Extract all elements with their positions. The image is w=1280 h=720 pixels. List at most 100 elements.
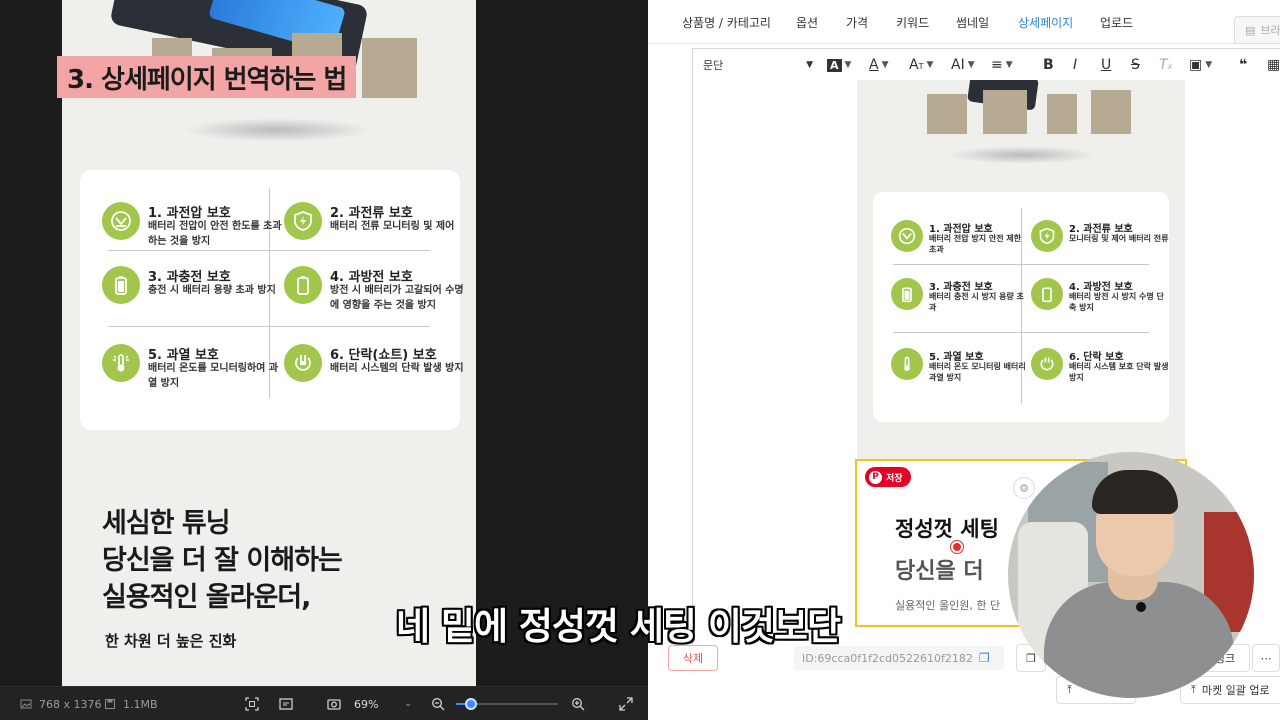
tab-price[interactable]: 가격: [846, 0, 868, 44]
document-icon: ▤: [1245, 23, 1256, 37]
tab-options[interactable]: 옵션: [796, 0, 818, 44]
align-button[interactable]: ≡ ▼: [991, 55, 1013, 75]
mouse-cursor: [951, 541, 963, 553]
strikethrough-button[interactable]: S: [1131, 55, 1140, 75]
filesize-text: 1.1MB: [123, 697, 158, 711]
paragraph-format-select[interactable]: 문단 ▼: [703, 49, 813, 81]
fit-screen-icon: [244, 696, 260, 712]
tab-detail-page[interactable]: 상세페이지: [1018, 0, 1073, 44]
feature-desc: 배터리 온도 모니터링 배터리 과열 방지: [929, 362, 1026, 382]
chevron-down-icon: ▼: [1005, 60, 1013, 70]
pinterest-save-button[interactable]: P 저장: [865, 467, 911, 487]
product-shadow: [182, 118, 372, 142]
divider: [893, 332, 1149, 333]
underline-button[interactable]: U: [1101, 55, 1111, 75]
more-button[interactable]: ⋯: [1252, 644, 1280, 672]
font-size-button[interactable]: AT ▼: [909, 55, 933, 75]
preview-button-label: 브라: [1260, 24, 1280, 37]
zoom-out-button[interactable]: [430, 687, 446, 720]
feature-item: 6. 단락(쇼트) 보호 배터리 시스템의 단락 발생 방지: [284, 344, 469, 404]
clear-format-button[interactable]: Tx: [1159, 55, 1172, 75]
actual-size-button[interactable]: [278, 687, 294, 720]
tab-keywords[interactable]: 키워드: [896, 0, 929, 44]
blockquote-button[interactable]: ❝: [1239, 55, 1247, 75]
product-id-text: ID:69cca0f1f2cd0522610f2182: [802, 651, 973, 665]
detail-image-block[interactable]: 1. 과전압 보호 배터리 전압 방지 안전 제한 초과 2. 과전류 보호 모…: [857, 80, 1185, 460]
chevron-down-icon: ▼: [881, 60, 889, 70]
plug-icon: [1031, 348, 1063, 380]
feature-item: 1. 과전압 보호 배터리 전압이 안전 한도를 초과하는 것을 방지: [102, 202, 287, 262]
font-color-button[interactable]: A ▼: [869, 55, 889, 75]
battery-empty-icon: [284, 266, 322, 304]
product-shadow: [947, 146, 1097, 164]
headline-line: 세심한 튜닝: [102, 508, 231, 539]
fit-screen-button[interactable]: [244, 687, 260, 720]
chevron-down-icon: ▼: [967, 60, 975, 70]
camera-icon: [326, 696, 342, 712]
tab-product-name-category[interactable]: 상품명 / 카테고리: [682, 0, 771, 44]
feature-desc: 배터리 충전 시 방지 용량 초과: [929, 292, 1024, 312]
zoom-value: 69%: [354, 697, 379, 711]
image-icon: [18, 696, 34, 712]
font-family-icon: AI: [951, 57, 965, 73]
preview-button[interactable]: ▤ 브라: [1234, 16, 1280, 44]
video-subtitle: 네 밑에 정성껏 세팅 이것보단: [396, 605, 841, 648]
save-icon: [102, 696, 118, 712]
highlight-icon: A: [827, 58, 842, 72]
font-family-button[interactable]: AI ▼: [951, 55, 975, 75]
feature-desc: 모니터링 및 제어 배터리 전류: [1069, 234, 1169, 243]
actual-size-icon: [278, 696, 294, 712]
zoom-out-icon: [430, 696, 446, 712]
align-left-icon: ≡: [991, 57, 1003, 73]
thermometer-icon: [102, 344, 140, 382]
voltage-icon: [891, 220, 923, 252]
shield-bolt-icon: [1031, 220, 1063, 252]
feature-item: 6. 단락 보호 배터리 시스템 보호 단락 발생 방지: [1031, 348, 1171, 394]
font-bg-color-button[interactable]: A ▼: [827, 55, 851, 75]
shield-bolt-icon: [284, 202, 322, 240]
font-size-icon: AT: [909, 57, 924, 73]
feature-item: 5. 과열 보호 배터리 온도 모니터링 배터리 과열 방지: [891, 348, 1031, 394]
feature-desc: 배터리 전압이 안전 한도를 초과하는 것을 방지: [148, 221, 282, 247]
image-icon: ▣: [1189, 57, 1203, 73]
zoom-select[interactable]: 69% ⌄: [348, 694, 418, 714]
paragraph-format-label: 문단: [703, 59, 724, 72]
block-subline: 당신을 더: [895, 559, 984, 584]
sub-copy: 한 차원 더 높은 진화: [105, 632, 237, 650]
feature-item: 4. 과방전 보호 방전 시 배터리가 고갈되어 수명에 영향을 주는 것을 방…: [284, 266, 469, 326]
zoom-in-button[interactable]: [570, 687, 586, 720]
feature-desc: 배터리 시스템 보호 단락 발생 방지: [1069, 362, 1169, 382]
feature-desc: 방전 시 배터리가 고갈되어 수명에 영향을 주는 것을 방지: [330, 285, 464, 311]
feature-card: 1. 과전압 보호 배터리 전압이 안전 한도를 초과하는 것을 방지 2. 과…: [80, 170, 464, 430]
battery-empty-icon: [1031, 278, 1063, 310]
headline-line: 당신을 더 잘 이해하는: [102, 545, 343, 576]
editor-tabs: 상품명 / 카테고리 옵션 가격 키워드 썸네일 상세페이지 업로드 ▤ 브라: [648, 0, 1280, 44]
tab-upload[interactable]: 업로드: [1100, 0, 1133, 44]
clear-format-icon: Tx: [1159, 57, 1173, 73]
dimensions-readout: 768 x 1376: [18, 687, 102, 720]
bold-button[interactable]: B: [1043, 55, 1054, 75]
underline-icon: U: [1101, 57, 1112, 73]
tab-thumbnail[interactable]: 썸네일: [956, 0, 989, 44]
feature-item: 5. 과열 보호 배터리 온도를 모니터링하여 과열 방지: [102, 344, 287, 404]
lapel-mic: [1136, 602, 1146, 612]
viewer-status-bar: 768 x 1376 1.1MB 69% ⌄: [0, 686, 648, 720]
insert-image-button[interactable]: ▣ ▼: [1189, 55, 1212, 75]
zoom-slider[interactable]: [456, 698, 558, 710]
chevron-down-icon: ⌄: [404, 699, 412, 709]
detail-page-image: 1. 과전압 보호 배터리 전압이 안전 한도를 초과하는 것을 방지 2. 과…: [62, 0, 476, 686]
feature-desc: 배터리 시스템의 단락 발생 방지: [330, 363, 464, 374]
feature-desc: 배터리 전압 방지 안전 제한 초과: [929, 234, 1022, 254]
section-title-banner: 3. 상세페이지 번역하는 법: [57, 56, 357, 98]
insert-table-button[interactable]: ▦: [1267, 55, 1280, 75]
screenshot-button[interactable]: [326, 687, 342, 720]
italic-icon: I: [1073, 57, 1078, 73]
feature-desc: 배터리 전류 모니터링 및 제어: [330, 221, 455, 232]
italic-button[interactable]: I: [1073, 55, 1077, 75]
pinterest-icon: P: [869, 470, 882, 484]
feature-item: 4. 과방전 보호 배터리 방전 시 방지 수명 단축 방지: [1031, 278, 1171, 324]
copy-icon[interactable]: ❐: [979, 651, 990, 665]
zoom-slider-thumb[interactable]: [465, 698, 477, 710]
fullscreen-button[interactable]: [618, 687, 634, 720]
dimensions-text: 768 x 1376: [39, 697, 102, 711]
